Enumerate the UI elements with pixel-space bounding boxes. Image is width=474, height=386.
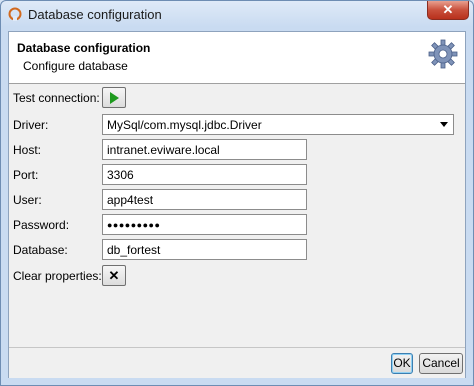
user-label: User: bbox=[13, 193, 42, 207]
dialog-header: Database configuration Configure databas… bbox=[9, 32, 465, 84]
dialog-body: Database configuration Configure databas… bbox=[8, 31, 466, 378]
header-title: Database configuration bbox=[17, 41, 151, 55]
host-field[interactable]: intranet.eviware.local bbox=[102, 139, 307, 160]
test-connection-label: Test connection: bbox=[13, 91, 100, 105]
clear-properties-label: Clear properties: bbox=[13, 269, 102, 283]
chevron-down-icon[interactable] bbox=[440, 122, 448, 127]
port-field[interactable]: 3306 bbox=[102, 164, 307, 185]
host-label: Host: bbox=[13, 143, 42, 157]
close-button[interactable]: ✕ bbox=[427, 1, 469, 20]
driver-label: Driver: bbox=[13, 118, 49, 132]
cancel-button[interactable]: Cancel bbox=[419, 353, 463, 374]
driver-value: MySql/com.mysql.jdbc.Driver bbox=[107, 118, 262, 132]
dialog-window: Database configuration ✕ Database config… bbox=[0, 0, 474, 386]
password-label: Password: bbox=[13, 218, 70, 232]
clear-properties-button[interactable]: ✕ bbox=[102, 265, 126, 286]
ok-button[interactable]: OK bbox=[391, 353, 413, 374]
play-icon bbox=[110, 91, 119, 104]
window-title: Database configuration bbox=[28, 7, 162, 22]
database-field[interactable]: db_fortest bbox=[102, 239, 307, 260]
port-label: Port: bbox=[13, 168, 39, 182]
dialog-footer: OK Cancel bbox=[9, 347, 465, 378]
database-label: Database: bbox=[13, 243, 68, 257]
title-bar[interactable]: Database configuration ✕ bbox=[1, 1, 473, 29]
password-field[interactable]: ●●●●●●●●● bbox=[102, 214, 307, 235]
test-connection-button[interactable] bbox=[102, 87, 126, 108]
user-field[interactable]: app4test bbox=[102, 189, 307, 210]
gear-icon bbox=[428, 39, 458, 69]
driver-select[interactable]: MySql/com.mysql.jdbc.Driver bbox=[102, 114, 454, 135]
app-icon bbox=[8, 7, 22, 21]
header-subtitle: Configure database bbox=[23, 59, 128, 73]
